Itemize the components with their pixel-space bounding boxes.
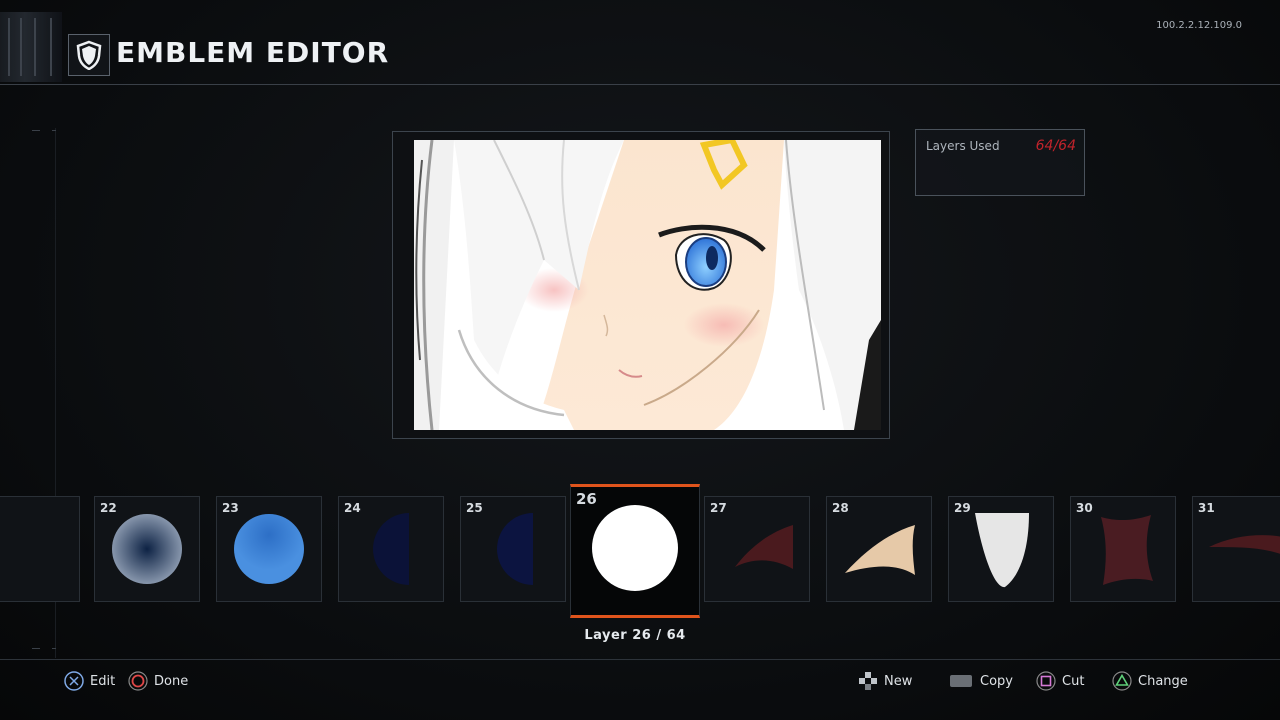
- done-button[interactable]: Done: [128, 670, 188, 692]
- layer-shape-curved-rect: [1101, 515, 1153, 585]
- layer-tile[interactable]: 25: [460, 496, 566, 602]
- layer-tile[interactable]: 27: [704, 496, 810, 602]
- cut-label: Cut: [1062, 673, 1085, 689]
- layer-tile[interactable]: 29: [948, 496, 1054, 602]
- new-label: New: [884, 673, 913, 689]
- layer-shape-horn: [845, 525, 915, 575]
- header-divider: [0, 84, 1280, 85]
- emblem-artwork: [414, 140, 881, 430]
- new-button[interactable]: New: [858, 670, 912, 692]
- layer-tile[interactable]: 23: [216, 496, 322, 602]
- layer-shape-white-circle: [592, 505, 678, 591]
- change-label: Change: [1138, 673, 1188, 689]
- circle-button-icon: [128, 671, 148, 691]
- layer-shape-sweep: [1209, 535, 1280, 554]
- edit-button[interactable]: Edit: [64, 670, 115, 692]
- layer-tile-selected[interactable]: 26: [570, 484, 700, 618]
- change-button[interactable]: Change: [1112, 670, 1188, 692]
- emblem-canvas[interactable]: [414, 140, 881, 430]
- layer-tile[interactable]: 28: [826, 496, 932, 602]
- emblem-canvas-frame: [392, 131, 890, 439]
- current-layer-label: Layer 26 / 64: [584, 628, 686, 643]
- layer-shape-half-circle: [497, 513, 533, 585]
- layer-shape-shield: [975, 513, 1029, 588]
- done-label: Done: [154, 673, 189, 689]
- layer-tile[interactable]: 24: [338, 496, 444, 602]
- header-decoration: [0, 12, 62, 82]
- layer-tile[interactable]: [0, 496, 80, 602]
- layers-used-panel: Layers Used 64/64: [915, 129, 1085, 196]
- layer-tile[interactable]: 31: [1192, 496, 1280, 602]
- touchpad-icon: [948, 671, 974, 691]
- layer-tile[interactable]: 22: [94, 496, 200, 602]
- layers-used-label: Layers Used: [926, 139, 1000, 153]
- layer-shape-radial-circle: [112, 514, 182, 584]
- page-title: EMBLEM EDITOR: [116, 36, 390, 69]
- square-button-icon: [1036, 671, 1056, 691]
- layer-tile[interactable]: 30: [1070, 496, 1176, 602]
- header: EMBLEM EDITOR 100.2.2.12.109.0: [0, 0, 1280, 86]
- layer-shape-half-circle: [373, 513, 409, 585]
- dpad-icon: [858, 671, 878, 691]
- footer-divider: [0, 659, 1280, 660]
- copy-button[interactable]: Copy: [948, 670, 1013, 692]
- layers-used-count: 64/64: [1035, 138, 1076, 154]
- layer-shape-blue-circle: [234, 514, 304, 584]
- layer-shape-curve: [735, 525, 793, 569]
- cut-button[interactable]: Cut: [1036, 670, 1084, 692]
- shield-icon: [68, 34, 110, 76]
- copy-label: Copy: [980, 673, 1013, 689]
- edit-label: Edit: [90, 673, 116, 689]
- version-text: 100.2.2.12.109.0: [1156, 20, 1242, 31]
- cross-button-icon: [64, 671, 84, 691]
- triangle-button-icon: [1112, 671, 1132, 691]
